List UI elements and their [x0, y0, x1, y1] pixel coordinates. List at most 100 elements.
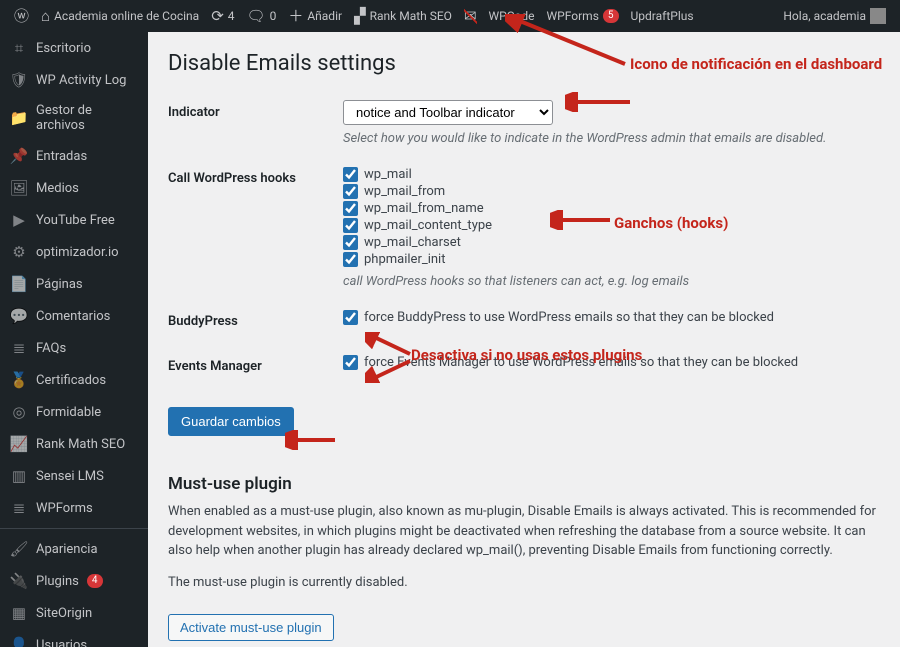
- add-label: Añadir: [307, 9, 342, 23]
- hook-checkbox-wp_mail[interactable]: [343, 167, 358, 182]
- wpforms-badge: 5: [603, 9, 619, 23]
- hooks-label: Call WordPress hooks: [168, 156, 343, 299]
- hook-checkbox-wp_mail_from_name[interactable]: [343, 201, 358, 216]
- hook-row: phpmailer_init: [343, 251, 880, 268]
- updraft-toolbar[interactable]: UpdraftPlus: [625, 9, 700, 23]
- comments[interactable]: 🗨0: [241, 9, 283, 24]
- hook-checkbox-wp_mail_from[interactable]: [343, 184, 358, 199]
- hook-checkbox-wp_mail_content_type[interactable]: [343, 218, 358, 233]
- add-new[interactable]: ＋ Añadir: [282, 9, 348, 24]
- menu-icon: 🖼: [10, 179, 28, 197]
- disable-emails-indicator[interactable]: ✉: [458, 9, 483, 24]
- wpforms-label: WPForms: [547, 9, 599, 23]
- sidebar-item-wp-activity-log[interactable]: 🛡 WP Activity Log: [0, 64, 148, 96]
- my-account[interactable]: Hola, academia: [777, 8, 892, 24]
- indicator-select[interactable]: notice and Toolbar indicator: [343, 100, 553, 125]
- sidebar-item-label: Páginas: [36, 277, 83, 292]
- sidebar-item-label: Certificados: [36, 373, 106, 388]
- sidebar-item-label: Entradas: [36, 149, 87, 164]
- sidebar-item-siteorigin[interactable]: ▦SiteOrigin: [0, 597, 148, 629]
- wpforms-toolbar[interactable]: WPForms 5: [541, 9, 625, 23]
- rankmath-label: Rank Math SEO: [370, 9, 452, 23]
- site-name-label: Academia online de Cocina: [54, 9, 199, 23]
- sidebar-item-formidable[interactable]: ◎Formidable: [0, 396, 148, 428]
- sidebar-item-entradas[interactable]: 📌 Entradas: [0, 140, 148, 172]
- sidebar-item-wpforms[interactable]: ≣WPForms: [0, 492, 148, 524]
- menu-icon: 🔌: [10, 572, 28, 590]
- rankmath-toolbar[interactable]: ▞ Rank Math SEO: [348, 9, 458, 24]
- sidebar-item-label: Gestor de archivos: [36, 103, 138, 133]
- menu-icon: ≣: [10, 499, 28, 517]
- mu-activate-button[interactable]: Activate must-use plugin: [168, 614, 334, 641]
- menu-icon: ◎: [10, 403, 28, 421]
- hook-checkbox-wp_mail_charset[interactable]: [343, 235, 358, 250]
- wpcode-label: WPCode: [489, 9, 535, 23]
- sidebar-item-gestor-de-archivos[interactable]: 📁Gestor de archivos: [0, 96, 148, 140]
- sidebar-item-label: SiteOrigin: [36, 606, 92, 621]
- mu-status: The must-use plugin is currently disable…: [168, 573, 880, 593]
- sidebar-item-comentarios[interactable]: 💬Comentarios: [0, 300, 148, 332]
- mail-disabled-icon: ✉: [464, 9, 477, 24]
- sidebar-item-label: YouTube Free: [36, 213, 115, 228]
- sidebar-item-medios[interactable]: 🖼 Medios: [0, 172, 148, 204]
- sidebar-item-plugins[interactable]: 🔌Plugins4: [0, 565, 148, 597]
- menu-icon: 👤: [10, 636, 28, 647]
- menu-icon: 📄: [10, 275, 28, 293]
- site-name[interactable]: ⌂ Academia online de Cocina: [35, 9, 205, 24]
- buddypress-label: BuddyPress: [168, 299, 343, 344]
- menu-icon: ⚙: [10, 243, 28, 261]
- buddypress-checkbox[interactable]: [343, 310, 358, 325]
- sidebar-item-sensei-lms[interactable]: ▥Sensei LMS: [0, 460, 148, 492]
- sidebar-item-label: optimizador.io: [36, 245, 119, 260]
- settings-form: Indicator notice and Toolbar indicator S…: [168, 90, 880, 389]
- sidebar-item-label: Usuarios: [36, 638, 87, 647]
- plus-icon: ＋: [288, 9, 303, 24]
- hook-label: wp_mail_content_type: [364, 218, 492, 233]
- indicator-desc: Select how you would like to indicate in…: [343, 131, 880, 146]
- menu-icon: 📌: [10, 147, 28, 165]
- menu-icon: ⌗: [10, 39, 28, 57]
- hooks-desc: call WordPress hooks so that listeners c…: [343, 274, 880, 289]
- admin-toolbar: ⓦ ⌂ Academia online de Cocina ⟳4 🗨0 ＋ Añad…: [0, 0, 900, 32]
- save-button[interactable]: Guardar cambios: [168, 407, 294, 436]
- menu-icon: ▶: [10, 211, 28, 229]
- updraft-label: UpdraftPlus: [631, 9, 694, 23]
- sidebar-item-rank-math-seo[interactable]: 📈Rank Math SEO: [0, 428, 148, 460]
- home-icon: ⌂: [41, 9, 50, 24]
- sidebar-item-escritorio[interactable]: ⌗ Escritorio: [0, 32, 148, 64]
- sidebar-item-usuarios[interactable]: 👤 Usuarios: [0, 629, 148, 647]
- hooks-list: wp_mailwp_mail_fromwp_mail_from_namewp_m…: [343, 166, 880, 268]
- updates[interactable]: ⟳4: [205, 9, 240, 24]
- hook-checkbox-phpmailer_init[interactable]: [343, 252, 358, 267]
- sidebar-item-apariencia[interactable]: 🖌Apariencia: [0, 528, 148, 565]
- updates-count: 4: [228, 9, 235, 23]
- hook-label: wp_mail_charset: [364, 235, 461, 250]
- content-area: Disable Emails settings Indicator notice…: [148, 32, 900, 647]
- sidebar-item-youtube-free[interactable]: ▶ YouTube Free: [0, 204, 148, 236]
- sidebar-item-p-ginas[interactable]: 📄 Páginas: [0, 268, 148, 300]
- sidebar-item-label: Escritorio: [36, 41, 91, 56]
- indicator-label: Indicator: [168, 90, 343, 156]
- sidebar-item-label: Rank Math SEO: [36, 437, 125, 452]
- chart-icon: ▞: [354, 9, 366, 24]
- menu-icon: ≣: [10, 339, 28, 357]
- wpcode-toolbar[interactable]: WPCode: [483, 9, 541, 23]
- menu-icon: 💬: [10, 307, 28, 325]
- menu-icon: 🖌: [10, 540, 28, 558]
- sidebar-item-optimizador-io[interactable]: ⚙ optimizador.io: [0, 236, 148, 268]
- sidebar-item-faqs[interactable]: ≣FAQs: [0, 332, 148, 364]
- hook-row: wp_mail_charset: [343, 234, 880, 251]
- events-label: Events Manager: [168, 344, 343, 389]
- menu-icon: 🛡: [10, 71, 28, 89]
- hook-row: wp_mail_from: [343, 183, 880, 200]
- sidebar-item-label: WP Activity Log: [36, 73, 126, 88]
- wordpress-icon: ⓦ: [14, 9, 29, 24]
- sidebar-item-certificados[interactable]: 🏅Certificados: [0, 364, 148, 396]
- events-checkbox[interactable]: [343, 355, 358, 370]
- comments-count: 0: [270, 9, 277, 23]
- page-title: Disable Emails settings: [168, 42, 880, 90]
- admin-sidebar: ⌗ Escritorio 🛡 WP Activity Log 📁Gestor de ar…: [0, 32, 148, 647]
- hook-row: wp_mail_from_name: [343, 200, 880, 217]
- sidebar-item-label: Medios: [36, 181, 79, 196]
- wp-logo[interactable]: ⓦ: [8, 9, 35, 24]
